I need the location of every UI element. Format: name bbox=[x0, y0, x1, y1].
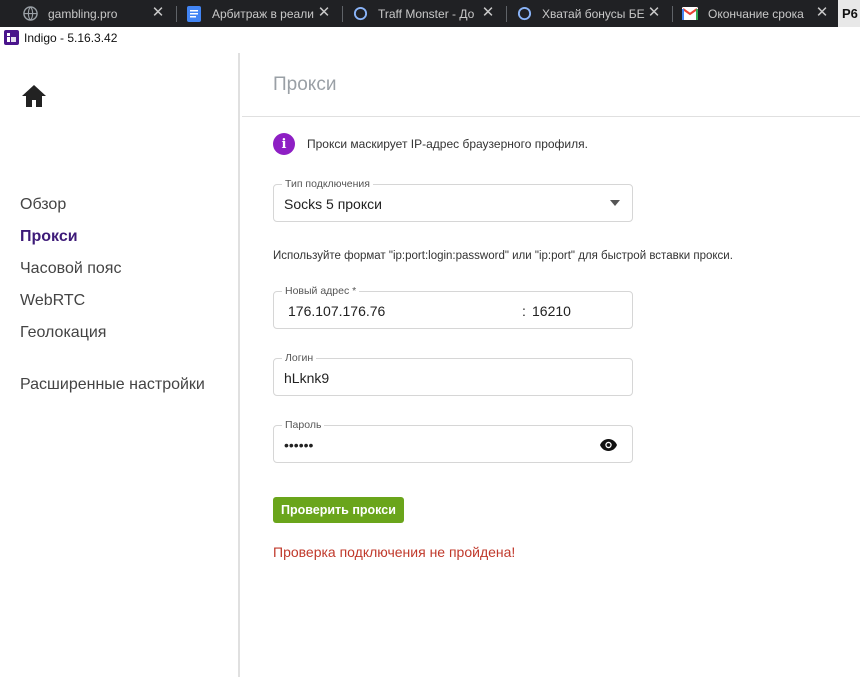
proxy-address-label: Новый адрес * bbox=[282, 285, 360, 297]
login-input[interactable]: hLknk9 bbox=[284, 370, 329, 386]
docs-icon bbox=[186, 5, 202, 22]
close-icon[interactable]: ✕ bbox=[814, 5, 830, 21]
sidebar-item-advanced-settings[interactable]: Расширенные настройки bbox=[20, 375, 205, 395]
close-icon[interactable]: ✕ bbox=[480, 5, 496, 21]
close-icon[interactable]: ✕ bbox=[316, 5, 332, 21]
password-input[interactable]: •••••• bbox=[284, 437, 313, 453]
tab-title: Хватай бонусы БЕ bbox=[542, 6, 645, 21]
app-title: Indigo - 5.16.3.42 bbox=[24, 30, 118, 45]
tab-title: Окончание срока bbox=[708, 6, 804, 21]
sidebar-item-webrtc[interactable]: WebRTC bbox=[20, 291, 85, 311]
address-separator: : bbox=[522, 303, 526, 319]
tab-separator bbox=[342, 6, 343, 22]
main-content: Прокси i Прокси маскирует IP-адрес брауз… bbox=[242, 53, 860, 677]
browser-tab-traff-monster[interactable]: Traff Monster - До ✕ bbox=[352, 0, 504, 27]
format-hint: Используйте формат "ip:port:login:passwo… bbox=[273, 250, 733, 262]
loading-ring-icon bbox=[516, 6, 532, 22]
sidebar-item-overview[interactable]: Обзор bbox=[20, 195, 66, 215]
tab-separator bbox=[672, 6, 673, 22]
tab-separator bbox=[506, 6, 507, 22]
eye-icon[interactable] bbox=[600, 438, 617, 456]
login-label: Логин bbox=[282, 352, 317, 364]
browser-tab-bonuses[interactable]: Хватай бонусы БЕ ✕ bbox=[516, 0, 670, 27]
browser-tab-partial[interactable]: P6 bbox=[838, 0, 860, 27]
sidebar: Обзор Прокси Часовой пояс WebRTC Геолока… bbox=[0, 53, 240, 677]
sidebar-item-proxy[interactable]: Прокси bbox=[20, 227, 78, 247]
info-text: Прокси маскирует IP-адрес браузерного пр… bbox=[307, 137, 588, 151]
home-icon[interactable] bbox=[20, 83, 48, 109]
proxy-ip-input[interactable]: 176.107.176.76 bbox=[288, 303, 385, 319]
info-icon: i bbox=[273, 133, 295, 155]
connection-type-select[interactable]: Тип подключения Socks 5 прокси bbox=[273, 178, 633, 222]
indigo-app-icon bbox=[4, 30, 19, 45]
tab-title: gambling.pro bbox=[48, 6, 118, 21]
connection-error-message: Проверка подключения не пройдена! bbox=[273, 544, 516, 560]
password-field[interactable]: Пароль •••••• bbox=[273, 419, 633, 463]
tab-title: Traff Monster - До bbox=[378, 6, 475, 21]
password-label: Пароль bbox=[282, 419, 325, 431]
close-icon[interactable]: ✕ bbox=[646, 5, 662, 21]
proxy-address-field[interactable]: Новый адрес * 176.107.176.76 : 16210 bbox=[273, 285, 633, 329]
connection-type-value: Socks 5 прокси bbox=[284, 196, 382, 212]
loading-ring-icon bbox=[352, 6, 368, 22]
close-icon[interactable]: ✕ bbox=[150, 5, 166, 21]
browser-tab-strip: gambling.pro ✕ Арбитраж в реали ✕ Traff … bbox=[0, 0, 860, 27]
proxy-port-input[interactable]: 16210 bbox=[532, 303, 571, 319]
app-title-bar: Indigo - 5.16.3.42 bbox=[0, 27, 860, 48]
tab-separator bbox=[176, 6, 177, 22]
page-header: Прокси bbox=[242, 53, 860, 117]
login-field[interactable]: Логин hLknk9 bbox=[273, 352, 633, 396]
chevron-down-icon[interactable] bbox=[610, 200, 620, 206]
browser-tab-gmail[interactable]: Окончание срока ✕ bbox=[682, 0, 838, 27]
tab-title: Арбитраж в реали bbox=[212, 6, 314, 21]
check-proxy-button[interactable]: Проверить прокси bbox=[273, 497, 404, 523]
page-title: Прокси bbox=[273, 74, 337, 95]
sidebar-item-timezone[interactable]: Часовой пояс bbox=[20, 259, 121, 279]
connection-type-label: Тип подключения bbox=[282, 178, 373, 190]
globe-icon bbox=[22, 6, 38, 22]
browser-tab-gambling[interactable]: gambling.pro ✕ bbox=[22, 0, 174, 27]
browser-tab-arbitrage[interactable]: Арбитраж в реали ✕ bbox=[186, 0, 340, 27]
info-banner: i Прокси маскирует IP-адрес браузерного … bbox=[273, 133, 588, 155]
sidebar-item-geolocation[interactable]: Геолокация bbox=[20, 323, 106, 343]
gmail-icon bbox=[682, 6, 698, 22]
